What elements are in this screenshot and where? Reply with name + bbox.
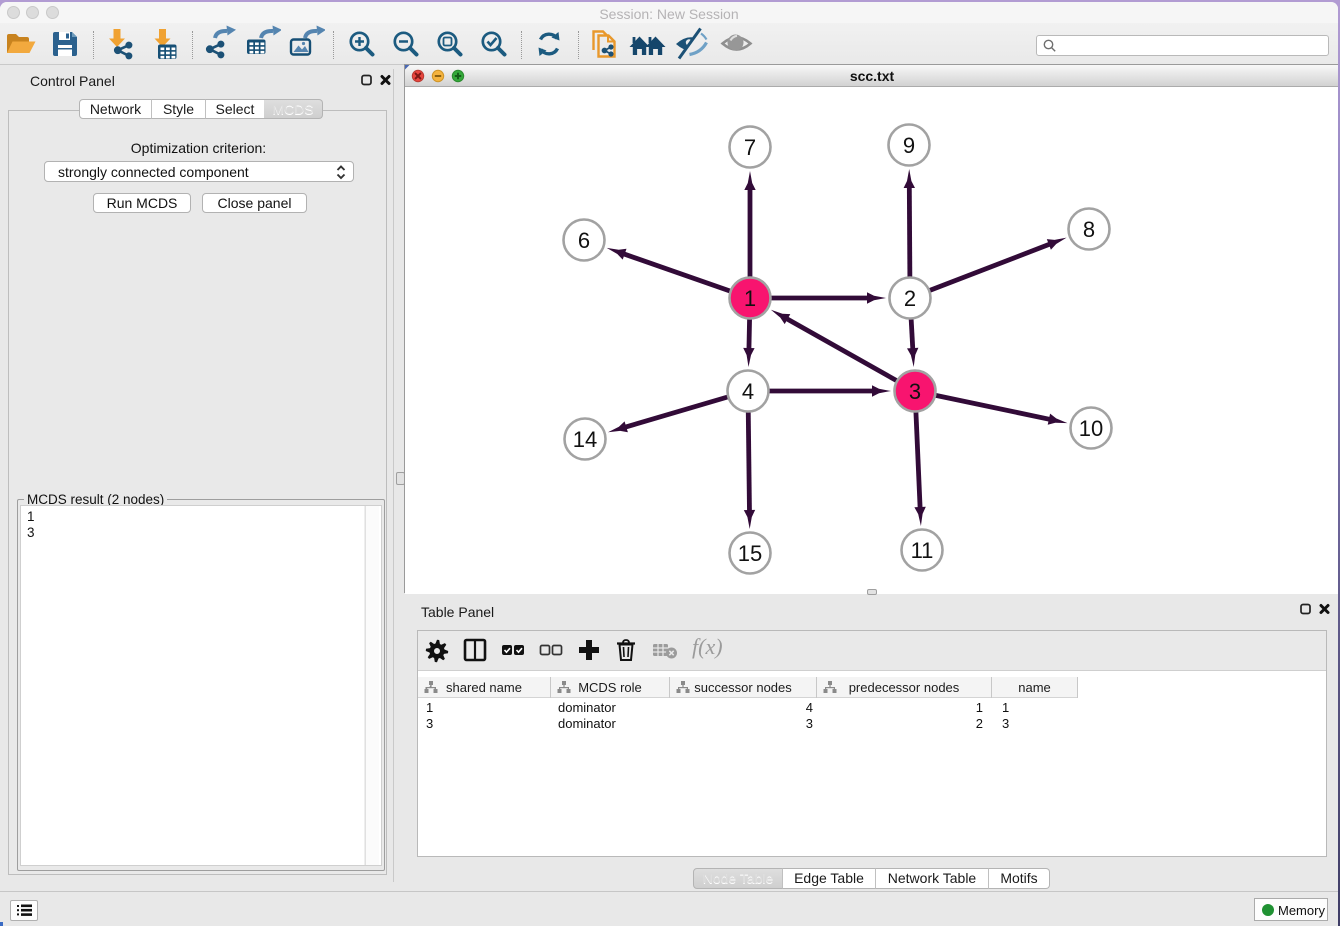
svg-text:15: 15 bbox=[738, 541, 762, 566]
svg-text:3: 3 bbox=[909, 379, 921, 404]
svg-text:11: 11 bbox=[911, 538, 934, 563]
svg-text:8: 8 bbox=[1083, 217, 1095, 242]
svg-text:9: 9 bbox=[903, 133, 915, 158]
svg-text:2: 2 bbox=[904, 286, 916, 311]
svg-text:1: 1 bbox=[744, 286, 756, 311]
svg-text:14: 14 bbox=[573, 427, 597, 452]
svg-text:4: 4 bbox=[742, 379, 754, 404]
svg-text:6: 6 bbox=[578, 228, 590, 253]
svg-text:7: 7 bbox=[744, 135, 756, 160]
svg-text:10: 10 bbox=[1079, 416, 1103, 441]
